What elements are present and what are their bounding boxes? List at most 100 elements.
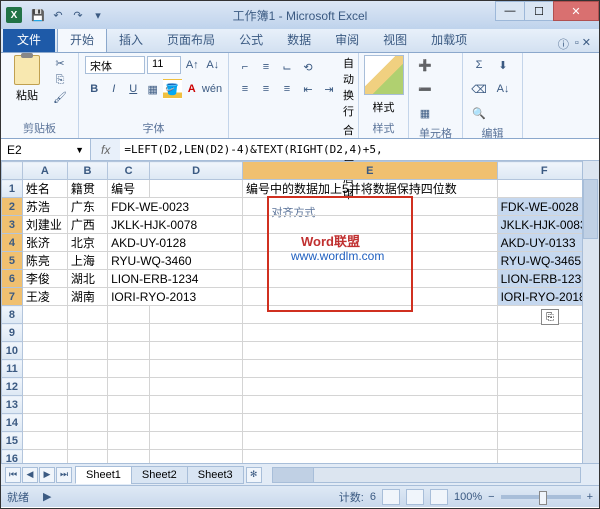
cell[interactable] <box>108 324 150 342</box>
cell[interactable] <box>67 378 107 396</box>
sheet-tab-1[interactable]: Sheet1 <box>75 466 132 484</box>
maximize-button[interactable]: ☐ <box>524 1 554 21</box>
font-size-select[interactable]: 11 <box>147 56 181 74</box>
tab-addins[interactable]: 加载项 <box>419 27 479 52</box>
horizontal-scrollbar[interactable] <box>272 467 581 483</box>
cell[interactable] <box>67 324 107 342</box>
minimize-button[interactable]: — <box>495 1 525 21</box>
cell[interactable] <box>22 342 67 360</box>
cell[interactable] <box>243 306 498 324</box>
cell[interactable] <box>67 414 107 432</box>
cell[interactable]: FDK-WE-0023 <box>108 198 243 216</box>
cell[interactable]: JKLK-HJK-0083 <box>497 216 591 234</box>
cut-icon[interactable]: ✂ <box>51 55 69 71</box>
font-color-button[interactable]: A <box>183 79 202 99</box>
zoom-in-icon[interactable]: + <box>587 491 593 503</box>
cell[interactable] <box>150 180 243 198</box>
select-all-corner[interactable] <box>2 162 23 180</box>
row-2[interactable]: 2 <box>2 198 23 216</box>
grow-font-icon[interactable]: A↑ <box>183 55 202 75</box>
cell[interactable] <box>67 450 107 464</box>
row-13[interactable]: 13 <box>2 396 23 414</box>
cell[interactable] <box>22 378 67 396</box>
autosum-icon[interactable]: Σ <box>469 55 489 75</box>
cell[interactable]: LION-ERB-1239 <box>497 270 591 288</box>
bold-button[interactable]: B <box>85 79 104 99</box>
cell[interactable]: 陈亮 <box>22 252 67 270</box>
row-16[interactable]: 16 <box>2 450 23 464</box>
cell[interactable] <box>243 270 498 288</box>
cell[interactable] <box>150 450 243 464</box>
col-C[interactable]: C <box>108 162 150 180</box>
copy-icon[interactable]: ⎘ <box>51 72 69 88</box>
zoom-level[interactable]: 100% <box>454 491 482 503</box>
row-5[interactable]: 5 <box>2 252 23 270</box>
cell[interactable]: IORI-RYO-2013 <box>108 288 243 306</box>
cell[interactable] <box>22 396 67 414</box>
cell[interactable] <box>150 396 243 414</box>
cell[interactable]: 王凌 <box>22 288 67 306</box>
row-6[interactable]: 6 <box>2 270 23 288</box>
cell[interactable] <box>243 378 498 396</box>
cell[interactable] <box>243 234 498 252</box>
clear-icon[interactable]: ⌫ <box>469 79 489 99</box>
cell[interactable] <box>67 396 107 414</box>
cell[interactable] <box>497 342 591 360</box>
cell[interactable]: 广东 <box>67 198 107 216</box>
zoom-slider[interactable] <box>501 495 581 499</box>
col-A[interactable]: A <box>22 162 67 180</box>
align-left-icon[interactable]: ≡ <box>235 79 255 99</box>
cell[interactable] <box>497 180 591 198</box>
sheet-nav-next[interactable]: ▶ <box>39 467 55 483</box>
fx-icon[interactable]: fx <box>97 143 114 157</box>
cell[interactable] <box>150 414 243 432</box>
cell[interactable] <box>22 324 67 342</box>
view-layout-icon[interactable] <box>406 489 424 505</box>
row-4[interactable]: 4 <box>2 234 23 252</box>
tab-formulas[interactable]: 公式 <box>227 27 275 52</box>
cell[interactable] <box>108 432 150 450</box>
zoom-out-icon[interactable]: − <box>488 491 494 503</box>
cell[interactable]: FDK-WE-0028 <box>497 198 591 216</box>
sheet-tab-2[interactable]: Sheet2 <box>131 466 188 484</box>
cell[interactable] <box>243 342 498 360</box>
formula-input[interactable]: =LEFT(D2,LEN(D2)-4)&TEXT(RIGHT(D2,4)+5, <box>120 139 599 160</box>
cell[interactable] <box>67 432 107 450</box>
wrap-text-button[interactable]: 自动换行 <box>343 55 354 119</box>
vertical-scrollbar[interactable] <box>582 161 599 463</box>
sheet-tab-3[interactable]: Sheet3 <box>187 466 244 484</box>
cell[interactable]: 编号 <box>108 180 150 198</box>
phonetic-button[interactable]: wén <box>202 79 222 99</box>
cell[interactable] <box>243 252 498 270</box>
cell[interactable] <box>243 450 498 464</box>
sheet-nav-last[interactable]: ⏭ <box>56 467 72 483</box>
cell[interactable] <box>243 198 498 216</box>
cell[interactable]: 上海 <box>67 252 107 270</box>
cell[interactable] <box>108 450 150 464</box>
autofill-options-icon[interactable]: ⎘ <box>541 309 559 325</box>
cell[interactable]: 苏浩 <box>22 198 67 216</box>
align-top-icon[interactable]: ⌐ <box>235 57 255 77</box>
cell[interactable]: RYU-WQ-3465 <box>497 252 591 270</box>
cell[interactable] <box>67 306 107 324</box>
ribbon-help-icon[interactable]: ⓘ <box>558 36 569 52</box>
view-break-icon[interactable] <box>430 489 448 505</box>
cell[interactable] <box>22 432 67 450</box>
row-9[interactable]: 9 <box>2 324 23 342</box>
align-right-icon[interactable]: ≡ <box>277 79 297 99</box>
new-sheet-button[interactable]: ✻ <box>246 467 262 483</box>
cell[interactable] <box>497 360 591 378</box>
cell[interactable] <box>108 396 150 414</box>
sheet-nav-first[interactable]: ⏮ <box>5 467 21 483</box>
format-painter-icon[interactable]: 🖌 <box>51 89 69 105</box>
cell[interactable] <box>22 306 67 324</box>
qat-dropdown-icon[interactable]: ▾ <box>89 6 107 24</box>
cell[interactable] <box>497 396 591 414</box>
align-center-icon[interactable]: ≡ <box>256 79 276 99</box>
cell-styles-button[interactable] <box>364 55 404 95</box>
view-normal-icon[interactable] <box>382 489 400 505</box>
cell[interactable] <box>150 306 243 324</box>
cell[interactable] <box>497 450 591 464</box>
cell[interactable] <box>108 306 150 324</box>
insert-cells-icon[interactable]: ➕ <box>415 55 435 75</box>
